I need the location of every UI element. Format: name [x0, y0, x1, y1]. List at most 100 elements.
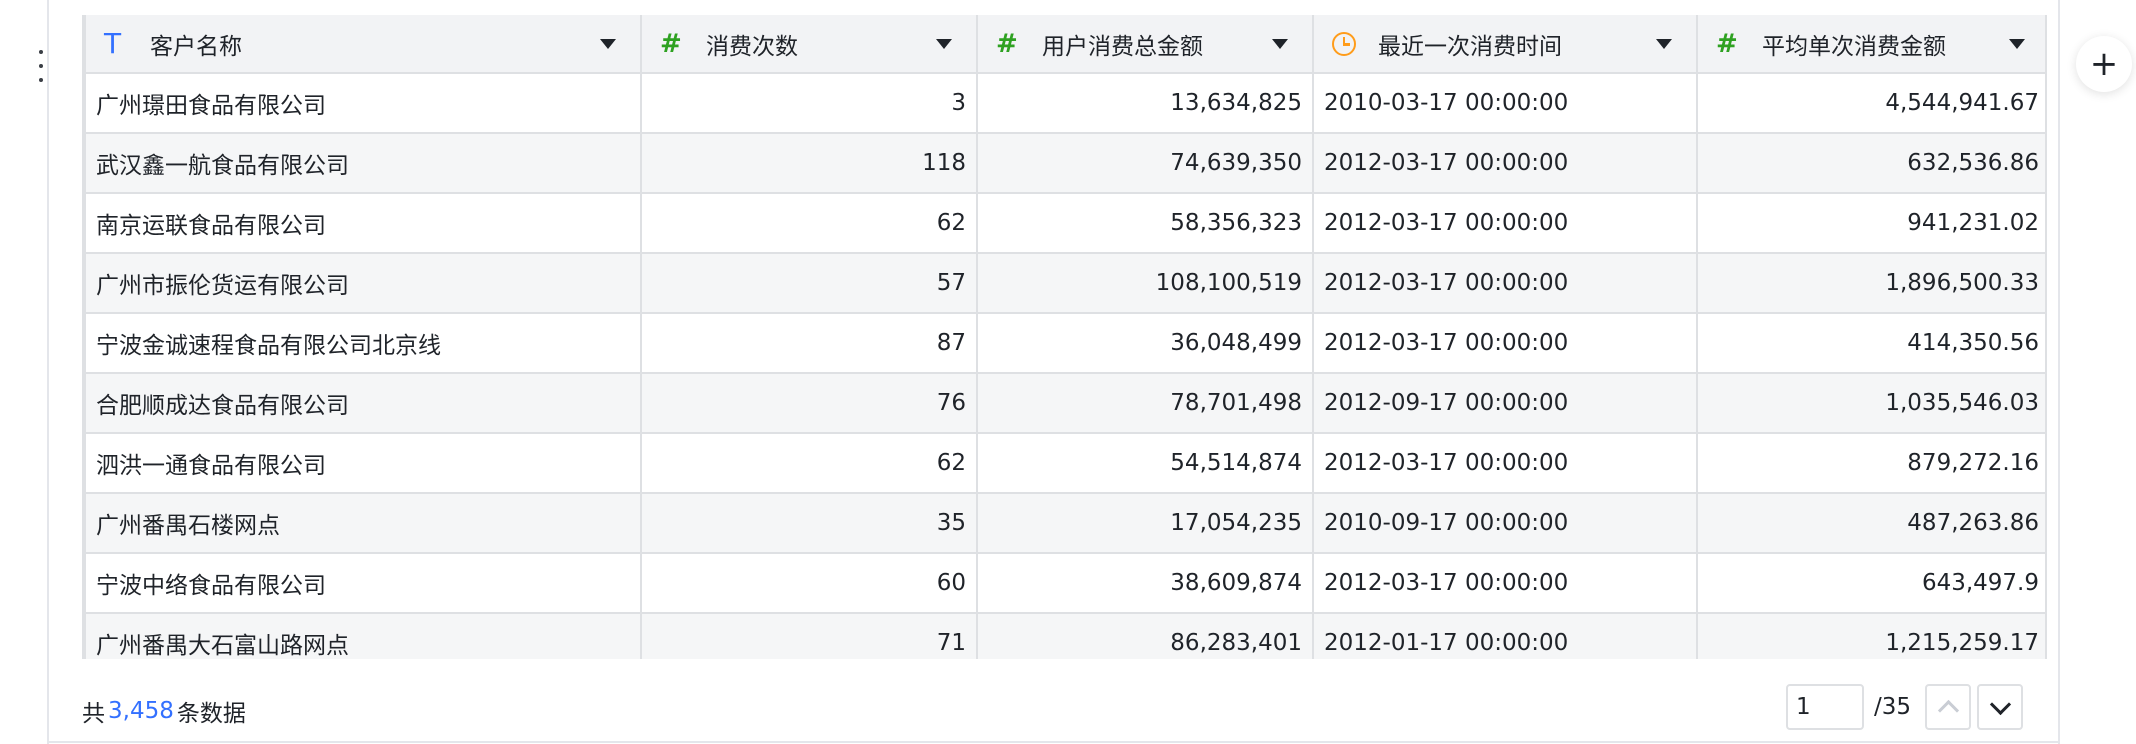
cell-average-amount[interactable]: 414,350.56	[1696, 313, 2045, 374]
table-row[interactable]: 宁波中络食品有限公司 60 38,609,874 2012-03-17 00:0…	[84, 553, 2045, 614]
cell-customer-name[interactable]: 宁波中络食品有限公司	[84, 553, 642, 614]
next-page-button[interactable]	[1977, 684, 2024, 730]
cell-last-purchase-time[interactable]: 2012-01-17 00:00:00	[1312, 613, 1698, 659]
caret-down-icon[interactable]	[1272, 38, 1288, 49]
cell-purchase-count[interactable]: 62	[640, 193, 978, 254]
column-header-label: 消费次数	[706, 33, 798, 60]
cell-purchase-count[interactable]: 57	[640, 253, 978, 314]
cell-total-amount[interactable]: 108,100,519	[976, 253, 1314, 314]
cell-purchase-count[interactable]: 60	[640, 553, 978, 614]
record-count-value: 3,458	[108, 698, 174, 724]
cell-customer-name[interactable]: 宁波金诚速程食品有限公司北京线	[84, 313, 642, 374]
column-header-purchase-count[interactable]: # 消费次数	[640, 15, 978, 74]
record-count-suffix: 条数据	[176, 701, 246, 727]
column-header-total-amount[interactable]: # 用户消费总金额	[976, 15, 1314, 74]
cell-total-amount[interactable]: 58,356,323	[976, 193, 1314, 254]
data-table: T 客户名称 # 消费次数 # 用户消费总金额 最近一次消费时间 # 平均单次消…	[82, 15, 2047, 659]
column-header-customer-name[interactable]: T 客户名称	[84, 15, 642, 74]
text-type-icon: T	[104, 26, 122, 60]
cell-last-purchase-time[interactable]: 2012-03-17 00:00:00	[1312, 253, 1698, 314]
chevron-down-icon	[1989, 693, 2011, 715]
right-divider	[2058, 0, 2060, 744]
cell-customer-name[interactable]: 合肥顺成达食品有限公司	[84, 373, 642, 434]
table-row[interactable]: 合肥顺成达食品有限公司 76 78,701,498 2012-09-17 00:…	[84, 373, 2045, 434]
cell-average-amount[interactable]: 1,035,546.03	[1696, 373, 2045, 434]
table-row[interactable]: 南京运联食品有限公司 62 58,356,323 2012-03-17 00:0…	[84, 193, 2045, 254]
cell-customer-name[interactable]: 南京运联食品有限公司	[84, 193, 642, 254]
cell-customer-name[interactable]: 广州番禺石楼网点	[84, 493, 642, 554]
clock-icon	[1332, 31, 1366, 56]
table-row[interactable]: 武汉鑫一航食品有限公司 118 74,639,350 2012-03-17 00…	[84, 133, 2045, 194]
cell-customer-name[interactable]: 广州番禺大石富山路网点	[84, 613, 642, 659]
chevron-up-icon	[1937, 699, 1959, 721]
column-header-average-amount[interactable]: # 平均单次消费金额	[1696, 15, 2045, 74]
cell-customer-name[interactable]: 泗洪一通食品有限公司	[84, 433, 642, 494]
cell-average-amount[interactable]: 487,263.86	[1696, 493, 2045, 554]
table-row[interactable]: 宁波金诚速程食品有限公司北京线 87 36,048,499 2012-03-17…	[84, 313, 2045, 374]
cell-average-amount[interactable]: 632,536.86	[1696, 133, 2045, 194]
cell-total-amount[interactable]: 13,634,825	[976, 73, 1314, 134]
cell-average-amount[interactable]: 643,497.9	[1696, 553, 2045, 614]
cell-total-amount[interactable]: 54,514,874	[976, 433, 1314, 494]
column-header-label: 用户消费总金额	[1042, 33, 1203, 60]
cell-purchase-count[interactable]: 71	[640, 613, 978, 659]
cell-last-purchase-time[interactable]: 2010-09-17 00:00:00	[1312, 493, 1698, 554]
caret-down-icon[interactable]	[600, 38, 616, 49]
cell-total-amount[interactable]: 36,048,499	[976, 313, 1314, 374]
cell-last-purchase-time[interactable]: 2012-03-17 00:00:00	[1312, 133, 1698, 194]
cell-last-purchase-time[interactable]: 2012-03-17 00:00:00	[1312, 433, 1698, 494]
cell-customer-name[interactable]: 广州市振伦货运有限公司	[84, 253, 642, 314]
table-row[interactable]: 广州璟田食品有限公司 3 13,634,825 2010-03-17 00:00…	[84, 73, 2045, 134]
caret-down-icon[interactable]	[936, 38, 952, 49]
cell-customer-name[interactable]: 武汉鑫一航食品有限公司	[84, 133, 642, 194]
cell-total-amount[interactable]: 17,054,235	[976, 493, 1314, 554]
number-type-icon: #	[996, 28, 1018, 59]
cell-average-amount[interactable]: 4,544,941.67	[1696, 73, 2045, 134]
caret-down-icon[interactable]	[1656, 38, 1672, 49]
pagination: /35	[1786, 684, 2024, 730]
cell-last-purchase-time[interactable]: 2012-09-17 00:00:00	[1312, 373, 1698, 434]
add-button[interactable]: +	[2076, 36, 2132, 92]
previous-page-button[interactable]	[1925, 684, 1972, 730]
cell-average-amount[interactable]: 1,896,500.33	[1696, 253, 2045, 314]
cell-average-amount[interactable]: 941,231.02	[1696, 193, 2045, 254]
cell-purchase-count[interactable]: 62	[640, 433, 978, 494]
cell-average-amount[interactable]: 879,272.16	[1696, 433, 2045, 494]
cell-total-amount[interactable]: 38,609,874	[976, 553, 1314, 614]
cell-average-amount[interactable]: 1,215,259.17	[1696, 613, 2045, 659]
table-row[interactable]: 广州番禺石楼网点 35 17,054,235 2010-09-17 00:00:…	[84, 493, 2045, 554]
column-header-last-purchase-time[interactable]: 最近一次消费时间	[1312, 15, 1698, 74]
cell-last-purchase-time[interactable]: 2012-03-17 00:00:00	[1312, 313, 1698, 374]
cell-purchase-count[interactable]: 35	[640, 493, 978, 554]
cell-purchase-count[interactable]: 76	[640, 373, 978, 434]
column-header-label: 客户名称	[150, 33, 242, 60]
cell-last-purchase-time[interactable]: 2012-03-17 00:00:00	[1312, 553, 1698, 614]
page-number-input[interactable]	[1786, 684, 1864, 730]
table-row[interactable]: 广州市振伦货运有限公司 57 108,100,519 2012-03-17 00…	[84, 253, 2045, 314]
page-total: /35	[1874, 694, 1912, 720]
cell-purchase-count[interactable]: 87	[640, 313, 978, 374]
cell-last-purchase-time[interactable]: 2012-03-17 00:00:00	[1312, 193, 1698, 254]
bottom-divider	[49, 741, 2058, 743]
table-row[interactable]: 泗洪一通食品有限公司 62 54,514,874 2012-03-17 00:0…	[84, 433, 2045, 494]
cell-purchase-count[interactable]: 3	[640, 73, 978, 134]
table-grid: T 客户名称 # 消费次数 # 用户消费总金额 最近一次消费时间 # 平均单次消…	[84, 15, 2045, 659]
plus-icon: +	[2089, 44, 2119, 84]
cell-purchase-count[interactable]: 118	[640, 133, 978, 194]
header-row: T 客户名称 # 消费次数 # 用户消费总金额 最近一次消费时间 # 平均单次消…	[84, 15, 2045, 74]
record-count-prefix: 共	[82, 701, 105, 727]
number-type-icon: #	[1716, 28, 1738, 59]
column-header-label: 平均单次消费金额	[1762, 33, 1946, 60]
column-header-label: 最近一次消费时间	[1378, 33, 1562, 60]
table-row[interactable]: 广州番禺大石富山路网点 71 86,283,401 2012-01-17 00:…	[84, 613, 2045, 659]
cell-customer-name[interactable]: 广州璟田食品有限公司	[84, 73, 642, 134]
caret-down-icon[interactable]	[2009, 38, 2025, 49]
cell-last-purchase-time[interactable]: 2010-03-17 00:00:00	[1312, 73, 1698, 134]
cell-total-amount[interactable]: 78,701,498	[976, 373, 1314, 434]
number-type-icon: #	[660, 28, 682, 59]
more-options-icon[interactable]	[36, 50, 46, 82]
record-count: 共 3,458 条数据	[82, 694, 246, 728]
cell-total-amount[interactable]: 86,283,401	[976, 613, 1314, 659]
left-rail	[0, 0, 49, 744]
cell-total-amount[interactable]: 74,639,350	[976, 133, 1314, 194]
